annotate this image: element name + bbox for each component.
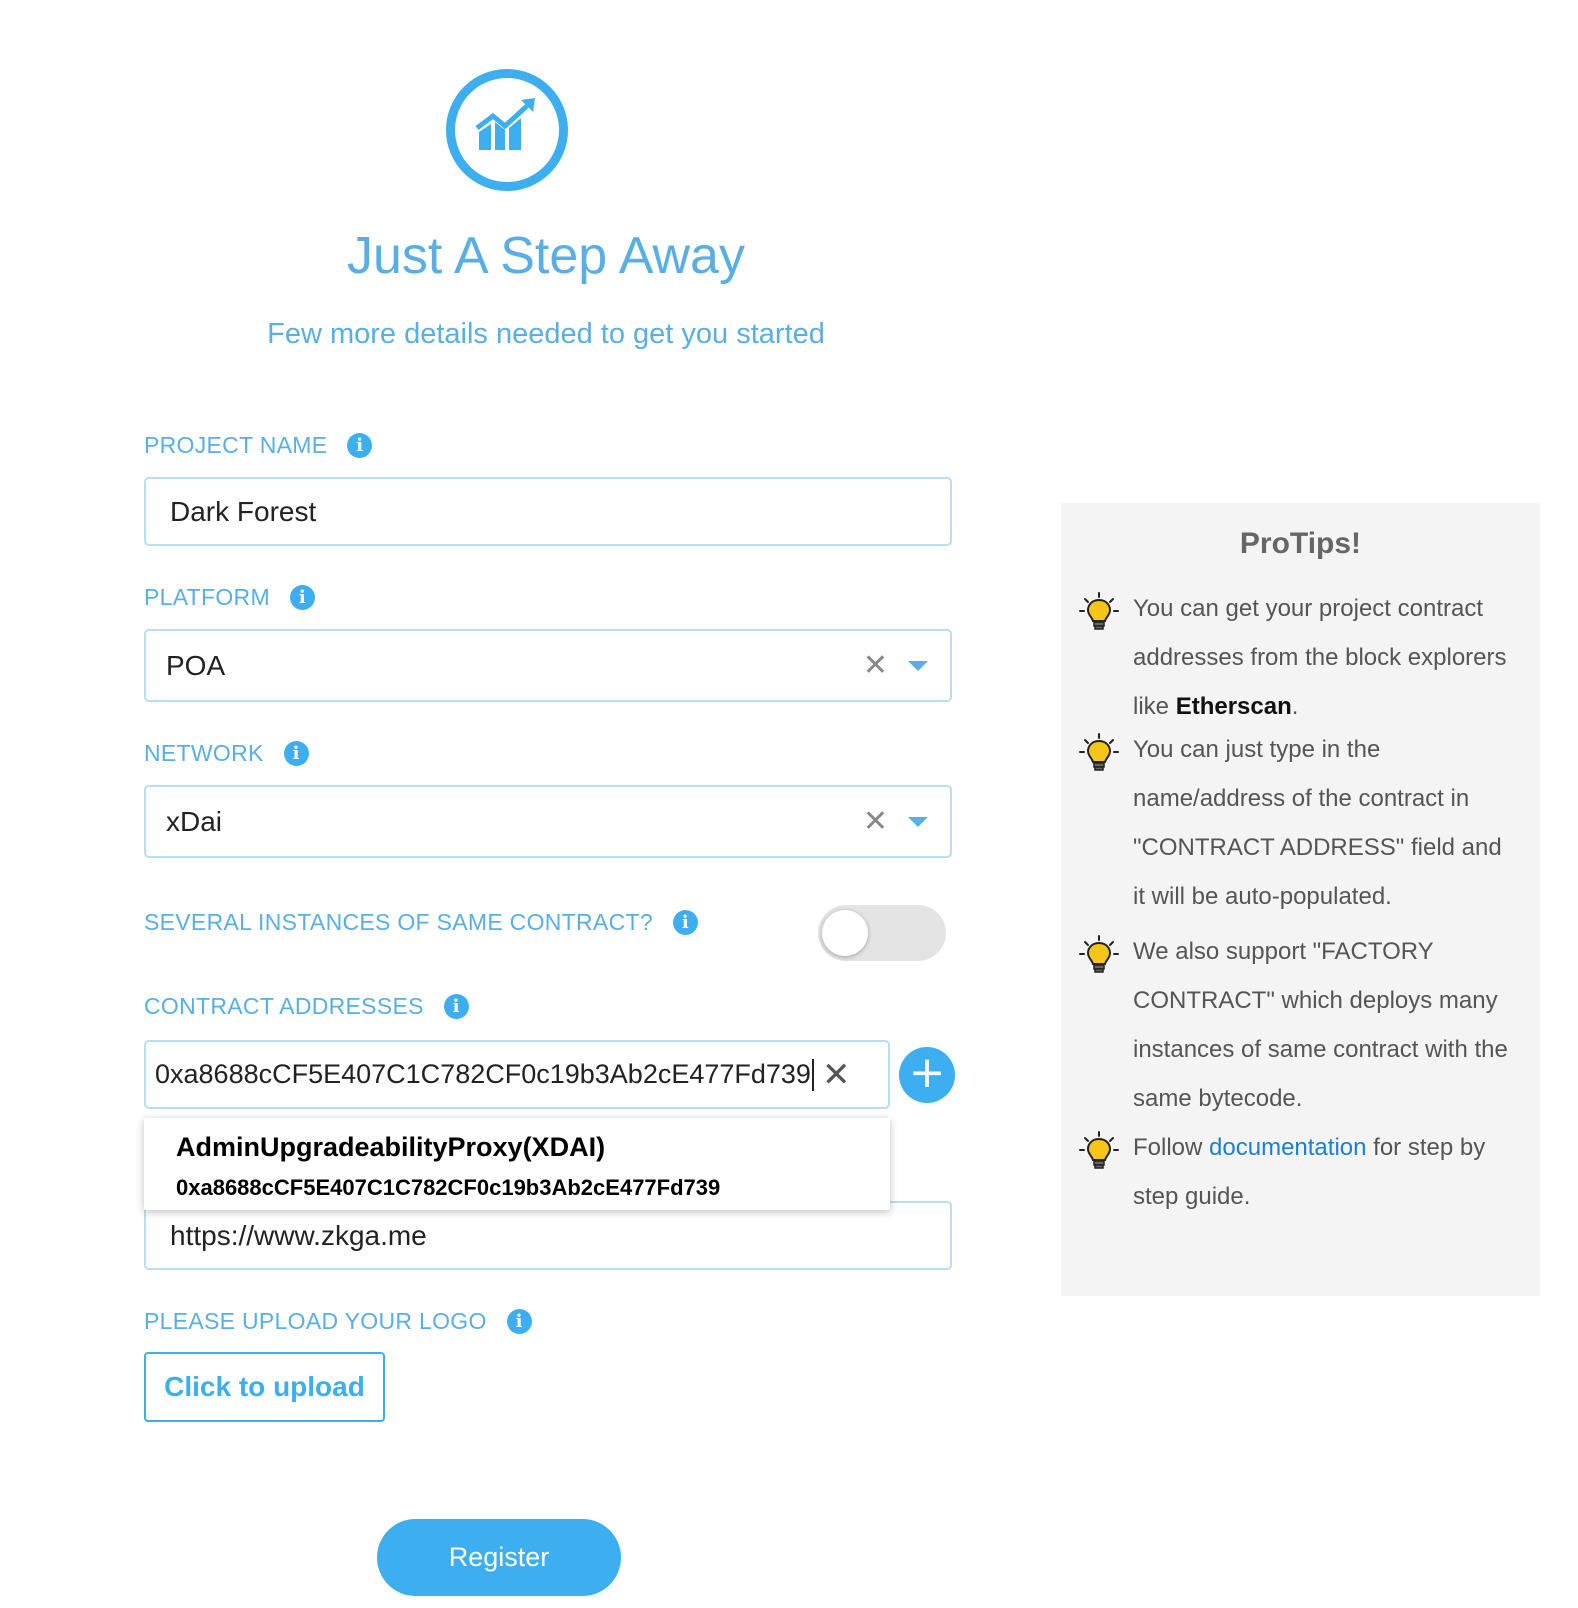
add-address-button[interactable]: + xyxy=(899,1047,955,1103)
contract-address-value: 0xa8688cCF5E407C1C782CF0c19b3Ab2cE477Fd7… xyxy=(155,1059,811,1089)
contract-addresses-label-text: CONTRACT ADDRESSES xyxy=(144,993,424,1019)
info-icon[interactable]: i xyxy=(347,433,373,458)
lightbulb-icon xyxy=(1079,935,1119,973)
tip-text-part: . xyxy=(1291,693,1299,720)
upload-logo-button[interactable]: Click to upload xyxy=(144,1352,385,1422)
etherscan-text: Etherscan xyxy=(1175,693,1292,720)
protips-title: ProTips! xyxy=(1239,527,1362,560)
network-label: NETWORK i xyxy=(144,740,309,767)
platform-select[interactable]: POA ✕ xyxy=(144,629,952,702)
chevron-down-icon[interactable] xyxy=(908,816,928,827)
lightbulb-icon xyxy=(1079,1131,1119,1169)
tip-text: Follow documentation for step by step gu… xyxy=(1133,1123,1519,1221)
network-select[interactable]: xDai ✕ xyxy=(144,785,952,858)
documentation-link[interactable]: documentation xyxy=(1209,1134,1366,1161)
platform-value: POA xyxy=(166,649,226,681)
several-instances-label: SEVERAL INSTANCES OF SAME CONTRACT? i xyxy=(144,909,698,936)
tip-text: We also support "FACTORY CONTRACT" which… xyxy=(1133,938,1508,1112)
project-name-label-text: PROJECT NAME xyxy=(144,432,328,458)
chevron-down-icon[interactable] xyxy=(908,660,928,671)
toggle-knob xyxy=(822,910,868,956)
logo-upload-label-text: PLEASE UPLOAD YOUR LOGO xyxy=(144,1308,487,1334)
project-name-value: Dark Forest xyxy=(170,495,317,527)
platform-label: PLATFORM i xyxy=(144,584,315,611)
close-icon[interactable]: ✕ xyxy=(863,804,888,839)
platform-label-text: PLATFORM xyxy=(144,584,270,610)
info-icon[interactable]: i xyxy=(289,585,315,610)
info-icon[interactable]: i xyxy=(506,1309,532,1334)
lightbulb-icon xyxy=(1079,733,1119,771)
project-name-label: PROJECT NAME i xyxy=(144,432,373,459)
website-value: https://www.zkga.me xyxy=(170,1219,427,1251)
close-icon[interactable]: ✕ xyxy=(822,1055,851,1095)
tip-item: You can just type in the name/address of… xyxy=(1079,733,1519,921)
lightbulb-icon xyxy=(1079,592,1119,630)
contract-addresses-label: CONTRACT ADDRESSES i xyxy=(144,993,469,1020)
tip-text: You can just type in the name/address of… xyxy=(1133,736,1502,910)
page-subtitle: Few more details needed to get you start… xyxy=(267,318,825,350)
network-value: xDai xyxy=(166,805,223,837)
several-instances-toggle[interactable] xyxy=(818,905,946,961)
several-instances-label-text: SEVERAL INSTANCES OF SAME CONTRACT? xyxy=(144,909,653,935)
suggestion-contract-name[interactable]: AdminUpgradeabilityProxy(XDAI) xyxy=(176,1132,890,1163)
text-caret xyxy=(811,1058,814,1091)
suggestion-contract-address[interactable]: 0xa8688cCF5E407C1C782CF0c19b3Ab2cE477Fd7… xyxy=(176,1175,890,1201)
tip-item: Follow documentation for step by step gu… xyxy=(1079,1131,1519,1221)
tip-item: We also support "FACTORY CONTRACT" which… xyxy=(1079,935,1519,1123)
app-logo xyxy=(446,69,568,191)
chart-growth-icon xyxy=(475,98,535,150)
plus-icon: + xyxy=(908,1047,946,1098)
register-button[interactable]: Register xyxy=(377,1519,621,1596)
info-icon[interactable]: i xyxy=(283,741,309,766)
network-label-text: NETWORK xyxy=(144,740,264,766)
protips-panel: ProTips! You can get your project contra… xyxy=(1061,503,1540,1296)
project-name-input[interactable]: Dark Forest xyxy=(144,477,952,546)
info-icon[interactable]: i xyxy=(672,910,698,935)
close-icon[interactable]: ✕ xyxy=(863,648,888,683)
contract-address-input[interactable]: 0xa8688cCF5E407C1C782CF0c19b3Ab2cE477Fd7… xyxy=(144,1040,890,1109)
tip-text-part: Follow xyxy=(1133,1134,1210,1161)
tip-item: You can get your project contract addres… xyxy=(1079,592,1519,731)
website-input[interactable]: https://www.zkga.me xyxy=(144,1201,952,1270)
info-icon[interactable]: i xyxy=(443,994,469,1019)
address-suggestion-dropdown[interactable]: AdminUpgradeabilityProxy(XDAI) 0xa8688cC… xyxy=(144,1118,890,1210)
tip-text: You can get your project contract addres… xyxy=(1133,584,1519,731)
logo-upload-label: PLEASE UPLOAD YOUR LOGO i xyxy=(144,1308,532,1335)
page-title: Just A Step Away xyxy=(347,227,745,285)
